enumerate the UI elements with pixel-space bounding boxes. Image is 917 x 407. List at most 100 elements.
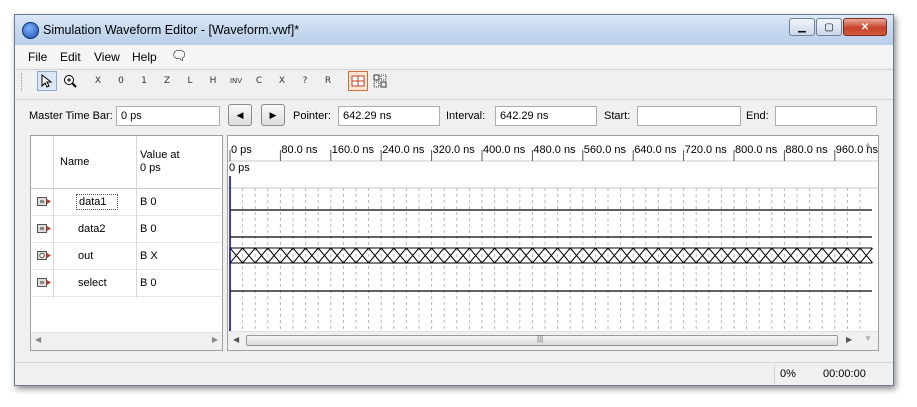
signal-row[interactable]: out B X [31, 242, 222, 270]
menu-file[interactable]: File [28, 50, 47, 64]
interval-field[interactable]: 642.29 ns [495, 106, 597, 126]
end-field[interactable] [775, 106, 877, 126]
next-transition-button[interactable]: ▶ [261, 104, 285, 126]
force-low-icon[interactable]: 0 [111, 71, 131, 91]
high-impedance-icon[interactable]: Z [157, 71, 177, 91]
signal-value: B 0 [140, 196, 157, 208]
time-tick-label: 160.0 ns [332, 144, 375, 156]
toolbar-divider [15, 69, 893, 70]
value-column-header-line2: 0 ps [140, 162, 161, 174]
cursor-label: 0 ps [229, 162, 250, 174]
time-tick-label: 560.0 ns [584, 144, 627, 156]
close-button[interactable]: ✕ [843, 18, 887, 36]
waveform-editor-window: Simulation Waveform Editor - [Waveform.v… [14, 14, 894, 386]
timebar-divider [15, 99, 893, 100]
time-bar: Master Time Bar: 0 ps ◀ ▶ Pointer: 642.2… [15, 99, 893, 131]
elapsed-time: 00:00:00 [823, 368, 866, 380]
time-tick-label: 640.0 ns [634, 144, 677, 156]
menu-help[interactable]: Help [132, 50, 157, 64]
signal-name[interactable]: data2 [78, 223, 106, 235]
grid-settings-icon[interactable] [371, 71, 391, 91]
signal-value: B 0 [140, 277, 157, 289]
window-title: Simulation Waveform Editor - [Waveform.v… [43, 23, 300, 37]
signal-value: B X [140, 250, 158, 262]
master-time-bar-label: Master Time Bar: [29, 110, 113, 122]
maximize-icon: ▢ [824, 21, 834, 33]
time-tick-label: 480.0 ns [533, 144, 576, 156]
scroll-left-icon[interactable]: ◀ [233, 335, 239, 344]
selection-tool-icon[interactable] [37, 71, 57, 91]
time-tick-label: 0 ps [231, 144, 252, 156]
signal-row[interactable]: data2 B 0 [31, 215, 222, 243]
name-column-header[interactable]: Name [60, 156, 89, 168]
menu-edit[interactable]: Edit [60, 50, 81, 64]
triangle-left-icon: ◀ [236, 109, 244, 120]
signal-table: Name Value at 0 ps data1 B 0 data2 B 0 out B … [30, 135, 223, 351]
signal-value: B 0 [140, 223, 157, 235]
toolbar-grip [21, 73, 25, 91]
triangle-right-icon: ▶ [269, 109, 277, 120]
force-unknown-icon[interactable]: X [88, 71, 108, 91]
column-divider [136, 188, 137, 298]
snap-to-grid-icon[interactable] [348, 71, 368, 91]
scroll-grip-icon: ||| [537, 334, 544, 343]
title-bar: Simulation Waveform Editor - [Waveform.v… [15, 15, 893, 46]
output-pin-icon [37, 251, 51, 260]
signal-name[interactable]: data1 [76, 194, 118, 210]
progress-text: 0% [780, 368, 796, 380]
signal-row[interactable]: select B 0 [31, 269, 222, 297]
time-tick-label: 720.0 ns [685, 144, 728, 156]
scroll-right-icon[interactable]: ▶ [212, 335, 218, 344]
input-pin-icon [37, 278, 51, 287]
value-column-header-line1[interactable]: Value at [140, 149, 180, 161]
master-time-bar-field[interactable]: 0 ps [116, 106, 220, 126]
scroll-thumb[interactable]: ||| [246, 334, 838, 346]
menu-view[interactable]: View [94, 50, 120, 64]
weak-high-icon[interactable]: H [203, 71, 223, 91]
random-values-icon[interactable]: R [318, 71, 338, 91]
dont-care-icon[interactable]: ? [295, 71, 315, 91]
previous-transition-button[interactable]: ◀ [228, 104, 252, 126]
minimize-button[interactable]: ▁ [789, 18, 815, 36]
time-tick-label: 800.0 ns [735, 144, 778, 156]
pointer-field[interactable]: 642.29 ns [338, 106, 440, 126]
whats-this-icon[interactable]: 🗨 [171, 48, 188, 64]
menu-bar: File Edit View Help 🗨 [15, 45, 893, 67]
interval-label: Interval: [446, 110, 486, 122]
app-logo-icon [22, 22, 39, 39]
status-bar: 0% 00:00:00 [15, 362, 893, 385]
end-label: End: [746, 110, 769, 122]
zoom-tool-icon[interactable] [60, 71, 80, 91]
count-value-icon[interactable]: C [249, 71, 269, 91]
column-divider [136, 136, 137, 188]
weak-low-icon[interactable]: L [180, 71, 200, 91]
invert-icon[interactable]: INV [226, 71, 246, 91]
signal-row[interactable]: data1 B 0 [31, 188, 222, 216]
signal-name[interactable]: out [78, 250, 93, 262]
editing-toolbar: X 0 1 Z L H INV C X ? R [15, 69, 893, 95]
start-field[interactable] [637, 106, 741, 126]
overwrite-clock-icon[interactable]: X [272, 71, 292, 91]
minimize-icon: ▁ [798, 21, 806, 33]
time-tick-label: 240.0 ns [382, 144, 425, 156]
waveform-hscrollbar[interactable]: ◀ ||| ▶ ▼ [228, 331, 878, 350]
signal-name[interactable]: select [78, 277, 107, 289]
waveform-pane[interactable]: 0 ps 80.0 ns 160.0 ns 240.0 ns 320.0 ns 400.0… [227, 135, 879, 351]
close-icon: ✕ [860, 21, 870, 33]
force-high-icon[interactable]: 1 [134, 71, 154, 91]
status-divider [774, 365, 775, 383]
column-divider [53, 188, 54, 298]
input-pin-icon [37, 197, 51, 206]
time-tick-label: 880.0 ns [785, 144, 828, 156]
input-pin-icon [37, 224, 51, 233]
pointer-label: Pointer: [293, 110, 331, 122]
time-tick-label: 320.0 ns [433, 144, 476, 156]
scroll-left-icon[interactable]: ◀ [35, 335, 41, 344]
scroll-up-icon[interactable]: ▲ [864, 140, 872, 149]
signal-table-hscrollbar[interactable]: ◀ ▶ [31, 332, 222, 350]
scroll-right-icon[interactable]: ▶ [846, 335, 852, 344]
waveform-canvas[interactable]: 0 ps 80.0 ns 160.0 ns 240.0 ns 320.0 ns 400.0… [228, 136, 878, 350]
maximize-button[interactable]: ▢ [816, 18, 842, 36]
start-label: Start: [604, 110, 631, 122]
scroll-down-icon[interactable]: ▼ [864, 334, 872, 343]
